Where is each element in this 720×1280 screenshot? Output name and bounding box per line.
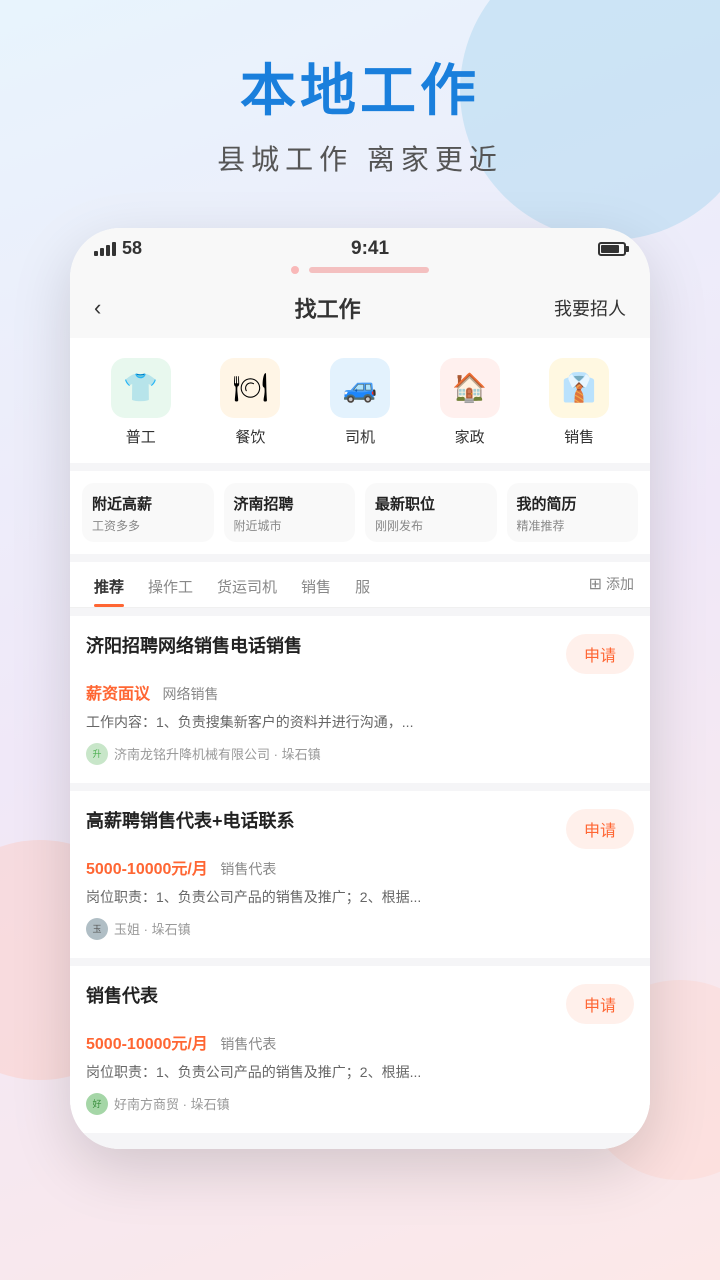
company-name-1: 玉姐 · 垛石镇 bbox=[114, 919, 191, 938]
job-card-1: 高薪聘销售代表+电话联系 申请 5000-10000元/月 销售代表 岗位职责：… bbox=[70, 791, 650, 958]
category-sales[interactable]: 👔 销售 bbox=[549, 358, 609, 447]
category-section: 👕 普工 🍽 餐饮 🚙 司机 🏠 bbox=[70, 338, 650, 463]
category-housekeeping[interactable]: 🏠 家政 bbox=[440, 358, 500, 447]
quick-card-sub-0: 工资多多 bbox=[92, 517, 204, 534]
job-salary-row-0: 薪资面议 网络销售 bbox=[86, 680, 634, 704]
tabs-section: 推荐 操作工 货运司机 销售 服 ⊞ 添加 bbox=[70, 562, 650, 608]
category-housekeeping-label: 家政 bbox=[455, 426, 485, 447]
job-tag-2: 销售代表 bbox=[220, 1034, 276, 1054]
general-worker-icon-wrap: 👕 bbox=[111, 358, 171, 418]
quick-card-sub-3: 精准推荐 bbox=[517, 517, 629, 534]
category-food-service-label: 餐饮 bbox=[235, 426, 265, 447]
quick-card-sub-2: 刚刚发布 bbox=[375, 517, 487, 534]
job-tag-1: 销售代表 bbox=[220, 859, 276, 879]
job-title-2: 销售代表 bbox=[86, 984, 554, 1009]
phone-mockup: 58 9:41 ‹ 找工作 我要招人 👕 普工 bbox=[70, 228, 650, 1149]
quick-access-section: 附近高薪 工资多多 济南招聘 附近城市 最新职位 刚刚发布 我的简历 精准推荐 bbox=[70, 471, 650, 554]
company-avatar-2: 好 bbox=[86, 1093, 108, 1115]
category-general-worker[interactable]: 👕 普工 bbox=[111, 358, 171, 447]
company-name-2: 好南方商贸 · 垛石镇 bbox=[114, 1094, 230, 1113]
notch-bar bbox=[309, 267, 429, 273]
tab-more[interactable]: 服 bbox=[343, 562, 382, 607]
quick-card-my-resume[interactable]: 我的简历 精准推荐 bbox=[507, 483, 639, 542]
job-card-0: 济阳招聘网络销售电话销售 申请 薪资面议 网络销售 工作内容：1、负责搜集新客户… bbox=[70, 616, 650, 783]
company-avatar-0: 升 bbox=[86, 743, 108, 765]
tab-freight-driver[interactable]: 货运司机 bbox=[205, 562, 289, 607]
category-sales-label: 销售 bbox=[564, 426, 594, 447]
add-icon: ⊞ bbox=[589, 574, 602, 594]
nav-bar: ‹ 找工作 我要招人 bbox=[70, 278, 650, 338]
job-company-1: 玉 玉姐 · 垛石镇 bbox=[86, 918, 634, 940]
job-desc-0: 工作内容：1、负责搜集新客户的资料并进行沟通，... bbox=[86, 712, 634, 733]
quick-card-jinan-recruit[interactable]: 济南招聘 附近城市 bbox=[224, 483, 356, 542]
housekeeping-icon-wrap: 🏠 bbox=[440, 358, 500, 418]
job-title-0: 济阳招聘网络销售电话销售 bbox=[86, 634, 554, 659]
page-subtitle: 县城工作 离家更近 bbox=[20, 138, 700, 178]
signal-strength: 58 bbox=[122, 238, 142, 259]
job-desc-1: 岗位职责：1、负责公司产品的销售及推广；2、根据... bbox=[86, 887, 634, 908]
tab-sales[interactable]: 销售 bbox=[289, 562, 343, 607]
job-salary-row-2: 5000-10000元/月 销售代表 bbox=[86, 1030, 634, 1054]
signal-bar-3 bbox=[106, 245, 110, 256]
job-header-2: 销售代表 申请 bbox=[86, 984, 634, 1024]
signal-bar-4 bbox=[112, 242, 116, 256]
sales-icon-wrap: 👔 bbox=[549, 358, 609, 418]
quick-card-title-1: 济南招聘 bbox=[234, 493, 346, 514]
job-company-2: 好 好南方商贸 · 垛石镇 bbox=[86, 1093, 634, 1115]
page-header: 本地工作 县城工作 离家更近 bbox=[0, 0, 720, 198]
jobs-section: 济阳招聘网络销售电话销售 申请 薪资面议 网络销售 工作内容：1、负责搜集新客户… bbox=[70, 608, 650, 1149]
quick-card-title-3: 我的简历 bbox=[517, 493, 629, 514]
company-name-0: 济南龙铭升降机械有限公司 · 垛石镇 bbox=[114, 744, 321, 763]
nav-title: 找工作 bbox=[295, 292, 361, 324]
quick-card-title-0: 附近高薪 bbox=[92, 493, 204, 514]
quick-card-latest-jobs[interactable]: 最新职位 刚刚发布 bbox=[365, 483, 497, 542]
job-salary-0: 薪资面议 bbox=[86, 686, 150, 703]
signal-bar-1 bbox=[94, 251, 98, 256]
category-food-service[interactable]: 🍽 餐饮 bbox=[220, 358, 280, 447]
category-driver-label: 司机 bbox=[345, 426, 375, 447]
back-button[interactable]: ‹ bbox=[94, 295, 101, 321]
battery-fill bbox=[601, 245, 619, 253]
quick-card-nearby-high-salary[interactable]: 附近高薪 工资多多 bbox=[82, 483, 214, 542]
phone-notch bbox=[70, 260, 650, 278]
battery-icon bbox=[598, 242, 626, 256]
status-left: 58 bbox=[94, 238, 142, 259]
quick-card-sub-1: 附近城市 bbox=[234, 517, 346, 534]
driver-icon-wrap: 🚙 bbox=[330, 358, 390, 418]
food-service-icon-wrap: 🍽 bbox=[220, 358, 280, 418]
recruit-button[interactable]: 我要招人 bbox=[554, 295, 626, 321]
category-general-worker-label: 普工 bbox=[126, 426, 156, 447]
add-tab-button[interactable]: ⊞ 添加 bbox=[585, 564, 638, 604]
job-salary-row-1: 5000-10000元/月 销售代表 bbox=[86, 855, 634, 879]
signal-icon bbox=[94, 242, 116, 256]
job-header-0: 济阳招聘网络销售电话销售 申请 bbox=[86, 634, 634, 674]
job-desc-2: 岗位职责：1、负责公司产品的销售及推广；2、根据... bbox=[86, 1062, 634, 1083]
job-title-1: 高薪聘销售代表+电话联系 bbox=[86, 809, 554, 834]
category-driver[interactable]: 🚙 司机 bbox=[330, 358, 390, 447]
job-header-1: 高薪聘销售代表+电话联系 申请 bbox=[86, 809, 634, 849]
apply-button-2[interactable]: 申请 bbox=[566, 984, 634, 1024]
content-area: 👕 普工 🍽 餐饮 🚙 司机 🏠 bbox=[70, 338, 650, 1149]
tab-operator[interactable]: 操作工 bbox=[136, 562, 205, 607]
job-salary-2: 5000-10000元/月 bbox=[86, 1036, 208, 1053]
status-time: 9:41 bbox=[351, 238, 389, 260]
signal-bar-2 bbox=[100, 248, 104, 256]
job-company-0: 升 济南龙铭升降机械有限公司 · 垛石镇 bbox=[86, 743, 634, 765]
notch-dot bbox=[291, 266, 299, 274]
job-salary-1: 5000-10000元/月 bbox=[86, 861, 208, 878]
apply-button-0[interactable]: 申请 bbox=[566, 634, 634, 674]
status-right bbox=[598, 242, 626, 256]
job-tag-0: 网络销售 bbox=[162, 684, 218, 704]
tab-recommended[interactable]: 推荐 bbox=[82, 562, 136, 607]
quick-card-title-2: 最新职位 bbox=[375, 493, 487, 514]
page-title: 本地工作 bbox=[20, 60, 700, 122]
apply-button-1[interactable]: 申请 bbox=[566, 809, 634, 849]
status-bar: 58 9:41 bbox=[70, 228, 650, 260]
company-avatar-1: 玉 bbox=[86, 918, 108, 940]
job-card-2: 销售代表 申请 5000-10000元/月 销售代表 岗位职责：1、负责公司产品… bbox=[70, 966, 650, 1133]
